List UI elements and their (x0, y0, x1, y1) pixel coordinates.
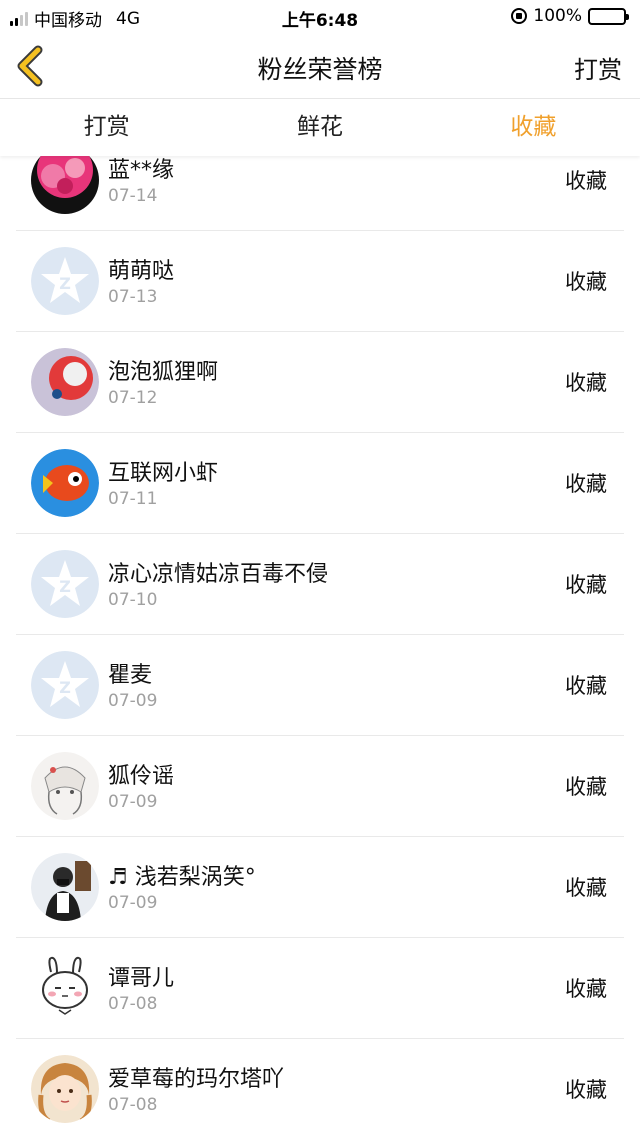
action-label: 收藏 (565, 876, 607, 900)
status-right: 100% (511, 6, 629, 26)
user-avatar (31, 156, 99, 214)
user-name: ♬ 浅若梨涡笑° (108, 865, 256, 890)
user-avatar (31, 954, 99, 1022)
list-item[interactable]: Z 瞿麦 07-09 收藏 (16, 635, 624, 736)
tab-flowers[interactable]: 鲜花 (213, 99, 426, 156)
fan-list: 蓝**缘 07-14 收藏 Z 萌萌哒 07-13 收藏 泡泡狐狸啊 07-12… (0, 156, 640, 1138)
battery-icon (588, 7, 629, 25)
status-bar: 中国移动 4G 上午6:48 100% (0, 0, 640, 34)
action-label: 收藏 (565, 270, 607, 294)
user-name: 瞿麦 (108, 663, 153, 688)
action-label: 收藏 (565, 977, 607, 1001)
battery-percent: 100% (533, 6, 582, 26)
action-label: 收藏 (565, 472, 607, 496)
action-label: 收藏 (565, 674, 607, 698)
user-date: 07-14 (108, 186, 158, 206)
user-date: 07-10 (108, 590, 158, 610)
user-date: 07-08 (108, 994, 158, 1014)
page-title: 粉丝荣誉榜 (257, 55, 383, 84)
user-date: 07-09 (108, 893, 158, 913)
user-avatar: Z (31, 550, 99, 618)
user-avatar: Z (31, 247, 99, 315)
action-label: 收藏 (565, 169, 607, 193)
user-avatar: Z (31, 651, 99, 719)
tab-bar: 打赏 鲜花 收藏 (0, 99, 640, 156)
action-label: 收藏 (565, 573, 607, 597)
rotation-lock-icon (511, 8, 528, 24)
list-item[interactable]: 狐伶谣 07-09 收藏 (16, 736, 624, 837)
list-item[interactable]: Z 萌萌哒 07-13 收藏 (16, 231, 624, 332)
reward-button[interactable]: 打赏 (574, 50, 622, 85)
svg-text:Z: Z (59, 577, 71, 596)
action-label: 收藏 (565, 371, 607, 395)
svg-text:Z: Z (59, 274, 71, 293)
user-date: 07-13 (108, 287, 158, 307)
tab-favorites[interactable]: 收藏 (427, 99, 640, 156)
list-item[interactable]: 互联网小虾 07-11 收藏 (16, 433, 624, 534)
user-name: 谭哥儿 (108, 966, 175, 991)
user-date: 07-09 (108, 792, 158, 812)
list-item[interactable]: 蓝**缘 07-14 收藏 (16, 156, 624, 231)
user-avatar (31, 348, 99, 416)
user-avatar (31, 853, 99, 921)
user-name: 爱草莓的玛尔塔吖 (108, 1067, 285, 1092)
user-date: 07-12 (108, 388, 158, 408)
user-name: 萌萌哒 (108, 259, 175, 284)
tab-reward[interactable]: 打赏 (0, 99, 213, 156)
user-name: 狐伶谣 (108, 764, 175, 789)
user-avatar (31, 752, 99, 820)
user-name: 蓝**缘 (108, 158, 175, 183)
list-item[interactable]: 爱草莓的玛尔塔吖 07-08 收藏 (16, 1039, 624, 1138)
user-avatar (31, 449, 99, 517)
user-avatar (31, 1055, 99, 1123)
user-date: 07-11 (108, 489, 158, 509)
user-date: 07-08 (108, 1095, 158, 1115)
list-item[interactable]: Z 凉心凉情姑凉百毒不侵 07-10 收藏 (16, 534, 624, 635)
user-name: 凉心凉情姑凉百毒不侵 (108, 562, 329, 587)
action-label: 收藏 (565, 1078, 607, 1102)
list-item[interactable]: 泡泡狐狸啊 07-12 收藏 (16, 332, 624, 433)
list-item[interactable]: 谭哥儿 07-08 收藏 (16, 938, 624, 1039)
user-name: 泡泡狐狸啊 (108, 360, 219, 385)
user-date: 07-09 (108, 691, 158, 711)
svg-text:Z: Z (59, 678, 71, 697)
action-label: 收藏 (565, 775, 607, 799)
user-name: 互联网小虾 (108, 461, 219, 486)
nav-bar: 粉丝荣誉榜 打赏 (0, 34, 640, 99)
list-item[interactable]: ♬ 浅若梨涡笑° 07-09 收藏 (16, 837, 624, 938)
